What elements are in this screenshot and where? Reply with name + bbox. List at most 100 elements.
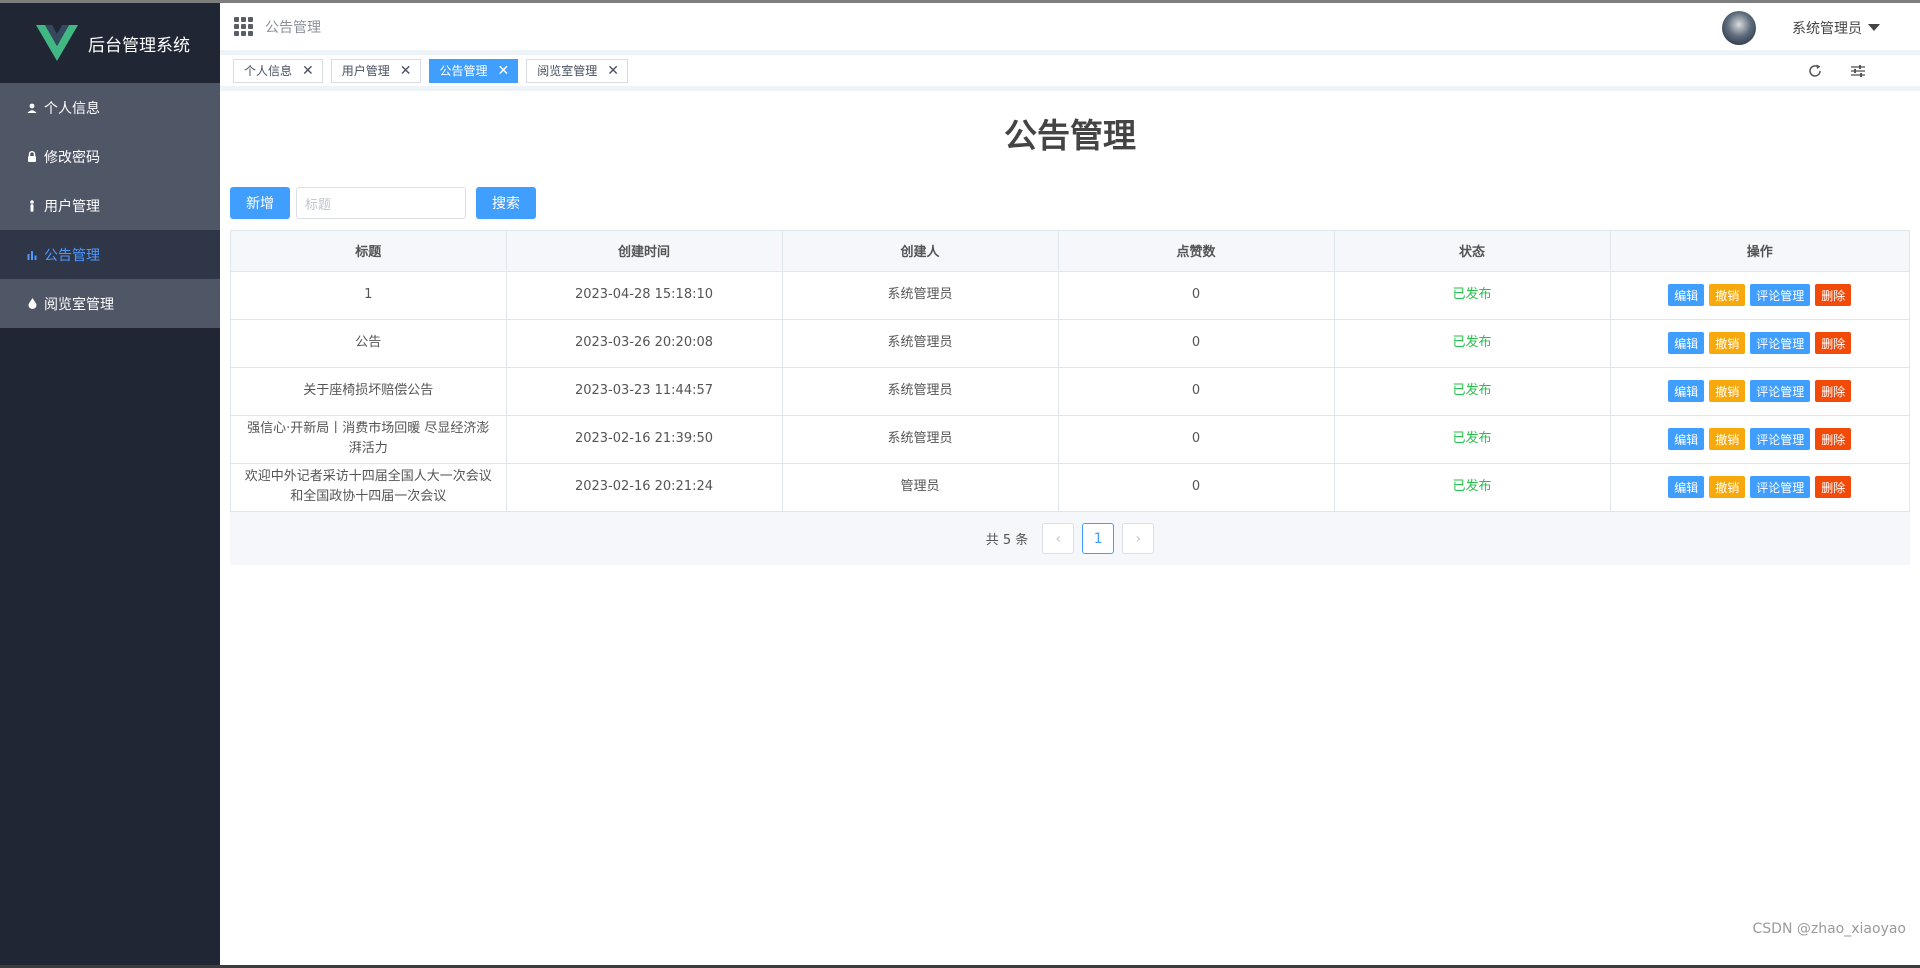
user-area: 系统管理员 — [1722, 11, 1880, 45]
revoke-button[interactable]: 撤销 — [1709, 332, 1746, 354]
settings-sliders-icon[interactable] — [1850, 63, 1866, 82]
sidebar-item-label: 个人信息 — [44, 100, 100, 117]
search-button[interactable]: 搜索 — [476, 187, 536, 219]
sidebar-item-label: 阅览室管理 — [44, 296, 114, 313]
cell-title: 关于座椅损坏赔偿公告 — [231, 367, 507, 416]
comments-button[interactable]: 评论管理 — [1750, 332, 1811, 354]
vue-logo-icon — [36, 25, 78, 61]
delete-button[interactable]: 删除 — [1815, 428, 1852, 450]
comments-button[interactable]: 评论管理 — [1750, 476, 1811, 499]
toolbar: 新增 标题 搜索 — [220, 186, 1920, 220]
sidebar-item-label: 修改密码 — [44, 149, 100, 166]
cell-title: 公告 — [231, 319, 507, 368]
tab-label: 阅览室管理 — [537, 64, 598, 78]
close-icon[interactable]: ✕ — [607, 64, 619, 78]
add-button[interactable]: 新增 — [230, 187, 290, 219]
table-row: 关于座椅损坏赔偿公告 2023-03-23 11:44:57 系统管理员 0 已… — [231, 367, 1909, 416]
column-header: 操作 — [1610, 231, 1909, 272]
revoke-button[interactable]: 撤销 — [1709, 284, 1746, 306]
cell-created: 2023-03-23 11:44:57 — [506, 367, 783, 416]
cell-status: 已发布 — [1334, 415, 1611, 464]
comments-button[interactable]: 评论管理 — [1750, 380, 1811, 402]
tab-label: 个人信息 — [244, 64, 293, 78]
cell-creator: 管理员 — [782, 463, 1059, 511]
tab-profile[interactable]: 个人信息 ✕ — [233, 58, 323, 83]
logo: 后台管理系统 — [0, 3, 220, 83]
cell-status: 已发布 — [1334, 271, 1611, 320]
cell-created: 2023-03-26 20:20:08 — [506, 319, 783, 368]
close-icon[interactable]: ✕ — [400, 64, 412, 78]
cell-creator: 系统管理员 — [782, 367, 1059, 416]
pagination: 共 5 条 ‹ 1 › — [230, 512, 1910, 565]
cell-creator: 系统管理员 — [782, 415, 1059, 464]
sidebar-item-reading-rooms[interactable]: 阅览室管理 — [0, 279, 220, 328]
revoke-button[interactable]: 撤销 — [1709, 428, 1746, 450]
close-icon[interactable]: ✕ — [498, 64, 510, 78]
user-name-dropdown[interactable]: 系统管理员 — [1792, 18, 1862, 38]
sidebar-item-users[interactable]: 用户管理 — [0, 181, 220, 230]
page-number-button[interactable]: 1 — [1082, 523, 1115, 554]
delete-button[interactable]: 删除 — [1815, 476, 1852, 499]
revoke-button[interactable]: 撤销 — [1709, 380, 1746, 402]
revoke-button[interactable]: 撤销 — [1709, 476, 1746, 499]
cell-likes: 0 — [1058, 319, 1335, 368]
cell-status: 已发布 — [1334, 319, 1611, 368]
cell-actions: 编辑 撤销 评论管理 删除 — [1610, 319, 1909, 368]
breadcrumb[interactable]: 公告管理 — [265, 17, 321, 37]
delete-button[interactable]: 删除 — [1815, 332, 1852, 354]
tab-users[interactable]: 用户管理 ✕ — [330, 58, 421, 83]
tab-label: 用户管理 — [341, 64, 390, 78]
pagination-total: 共 5 条 — [985, 533, 1029, 548]
tab-label: 公告管理 — [439, 64, 488, 78]
watermark: CSDN @zhao_xiaoyao — [1752, 921, 1906, 937]
edit-button[interactable]: 编辑 — [1668, 284, 1705, 306]
sidebar-item-announcements[interactable]: 公告管理 — [0, 230, 220, 279]
top-header: 公告管理 系统管理员 — [220, 3, 1920, 55]
table-row: 欢迎中外记者采访十四届全国人大一次会议和全国政协十四届一次会议 2023-02-… — [231, 463, 1909, 511]
cell-actions: 编辑 撤销 评论管理 删除 — [1610, 463, 1909, 511]
edit-button[interactable]: 编辑 — [1668, 428, 1705, 450]
column-header: 点赞数 — [1058, 231, 1335, 272]
main-area: 公告管理 系统管理员 个人信息 ✕ 用户管理 ✕ 公告管理 ✕ 阅览室管理 ✕ — [220, 3, 1920, 965]
column-header: 状态 — [1334, 231, 1611, 272]
tabs-tools — [1808, 63, 1866, 82]
cell-created: 2023-02-16 21:39:50 — [506, 415, 783, 464]
edit-button[interactable]: 编辑 — [1668, 332, 1705, 354]
avatar[interactable] — [1722, 11, 1756, 45]
tab-reading-rooms[interactable]: 阅览室管理 ✕ — [526, 58, 628, 83]
table-row: 1 2023-04-28 15:18:10 系统管理员 0 已发布 编辑 撤销 … — [231, 271, 1909, 320]
sidebar-item-label: 用户管理 — [44, 198, 100, 215]
tab-announcements[interactable]: 公告管理 ✕ — [428, 58, 519, 83]
sidebar-menu: 个人信息 修改密码 用户管理 公告管理 阅览室管理 — [0, 83, 220, 328]
edit-button[interactable]: 编辑 — [1668, 380, 1705, 402]
caret-down-icon[interactable] — [1868, 23, 1880, 31]
cell-likes: 0 — [1058, 367, 1335, 416]
page-content: 公告管理 新增 标题 搜索 标题 创建时间 创建人 点赞数 状态 操作 1 20… — [220, 91, 1920, 951]
announcements-table: 标题 创建时间 创建人 点赞数 状态 操作 1 2023-04-28 15:18… — [230, 230, 1910, 512]
next-page-button[interactable]: › — [1122, 523, 1155, 554]
comments-button[interactable]: 评论管理 — [1750, 284, 1811, 306]
delete-button[interactable]: 删除 — [1815, 380, 1852, 402]
sidebar-item-change-password[interactable]: 修改密码 — [0, 132, 220, 181]
cell-created: 2023-02-16 20:21:24 — [506, 463, 783, 511]
tags-view: 个人信息 ✕ 用户管理 ✕ 公告管理 ✕ 阅览室管理 ✕ — [220, 55, 1920, 91]
lock-icon — [26, 151, 38, 163]
cell-actions: 编辑 撤销 评论管理 删除 — [1610, 415, 1909, 464]
app-title: 后台管理系统 — [88, 35, 190, 56]
refresh-icon[interactable] — [1808, 63, 1822, 82]
cell-title: 1 — [231, 271, 507, 320]
cell-title: 强信心·开新局丨消费市场回暖 尽显经济澎湃活力 — [231, 415, 507, 464]
title-search-input[interactable]: 标题 — [296, 187, 466, 219]
cell-actions: 编辑 撤销 评论管理 删除 — [1610, 367, 1909, 416]
page-title: 公告管理 — [1004, 116, 1136, 155]
sidebar-item-profile[interactable]: 个人信息 — [0, 83, 220, 132]
cell-creator: 系统管理员 — [782, 319, 1059, 368]
prev-page-button[interactable]: ‹ — [1042, 523, 1075, 554]
delete-button[interactable]: 删除 — [1815, 284, 1852, 306]
sidebar-toggle-icon[interactable] — [234, 17, 253, 36]
close-icon[interactable]: ✕ — [302, 64, 314, 78]
column-header: 创建时间 — [506, 231, 783, 272]
comments-button[interactable]: 评论管理 — [1750, 428, 1811, 450]
cell-actions: 编辑 撤销 评论管理 删除 — [1610, 271, 1909, 320]
edit-button[interactable]: 编辑 — [1668, 476, 1705, 499]
